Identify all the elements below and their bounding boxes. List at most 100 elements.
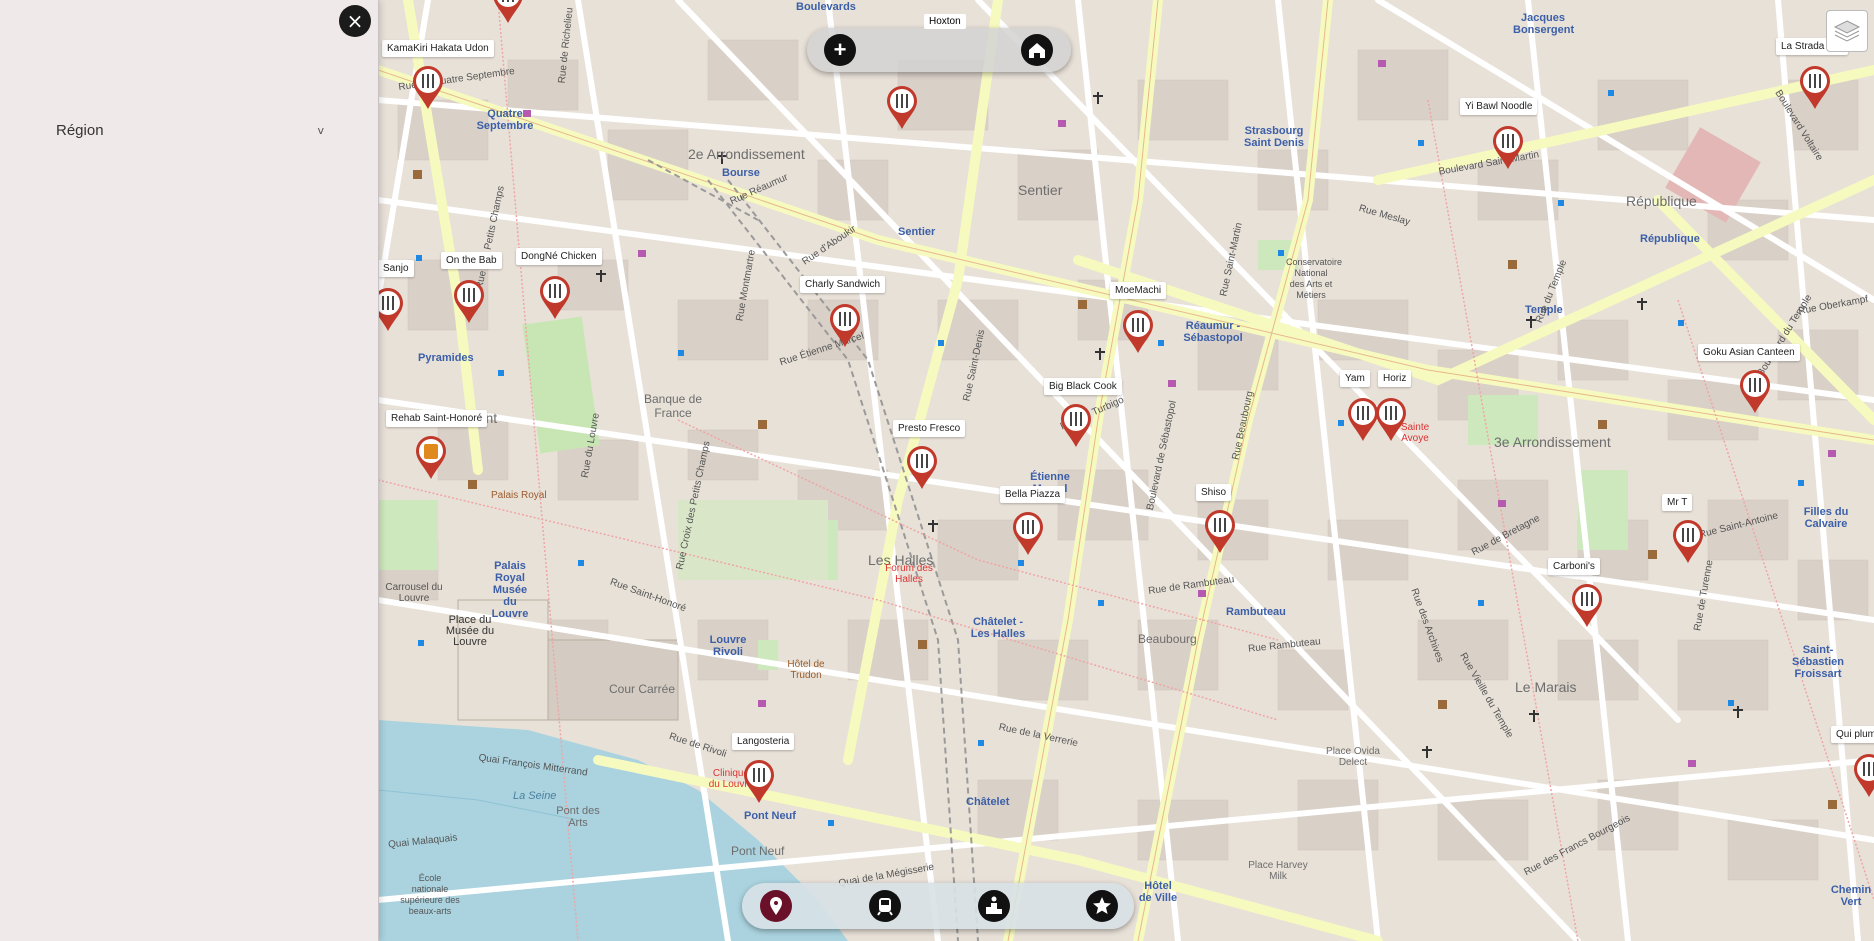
area-label-pont-des-arts: Pont des Arts bbox=[556, 805, 600, 829]
restaurant-marker[interactable] bbox=[1374, 396, 1408, 442]
restaurant-marker[interactable] bbox=[1738, 368, 1772, 414]
metro-boulevards: Boulevards bbox=[796, 1, 856, 13]
region-label: Région bbox=[56, 121, 104, 139]
fork-knife-icon bbox=[454, 280, 484, 323]
add-button[interactable]: + bbox=[824, 34, 856, 66]
restaurant-marker[interactable] bbox=[1121, 308, 1155, 354]
restaurant-label[interactable]: KamaKiri Hakata Udon bbox=[382, 40, 494, 57]
cup-icon bbox=[416, 436, 446, 479]
restaurant-label[interactable]: Charly Sandwich bbox=[800, 276, 886, 293]
metro-pont-neuf: Pont Neuf bbox=[744, 810, 796, 822]
tab-rankings[interactable] bbox=[978, 890, 1010, 922]
area-label-la-seine: La Seine bbox=[513, 790, 557, 802]
restaurant-label[interactable]: Qui plume bbox=[1831, 726, 1874, 743]
plus-icon: + bbox=[833, 37, 847, 62]
area-label-3e: 3e Arrondissement bbox=[1494, 434, 1611, 450]
restaurant-label[interactable]: MoeMachi bbox=[1110, 282, 1167, 299]
restaurant-marker[interactable] bbox=[1203, 508, 1237, 554]
location-pin-icon bbox=[770, 897, 782, 915]
restaurant-marker[interactable] bbox=[1570, 582, 1604, 628]
fork-knife-icon bbox=[1572, 584, 1602, 627]
restaurant-marker[interactable] bbox=[828, 302, 862, 348]
restaurant-label[interactable]: Sanjo bbox=[378, 260, 414, 277]
restaurant-label[interactable]: On the Bab bbox=[441, 252, 502, 269]
metro-bourse: Bourse bbox=[722, 167, 760, 179]
poi-hotel-trudon: Hôtel de Trudon bbox=[787, 659, 825, 681]
restaurant-marker[interactable] bbox=[378, 286, 405, 332]
area-label-banque: Banque de France bbox=[643, 392, 703, 420]
region-dropdown[interactable]: Région v bbox=[56, 118, 324, 142]
fork-knife-icon bbox=[1854, 754, 1874, 797]
fork-knife-icon bbox=[1493, 126, 1523, 169]
restaurant-marker[interactable] bbox=[1852, 752, 1874, 798]
restaurant-label[interactable]: Goku Asian Canteen bbox=[1698, 344, 1800, 361]
area-label-2e: 2e Arrondissement bbox=[688, 146, 805, 162]
restaurant-marker[interactable] bbox=[414, 434, 448, 480]
tab-transport[interactable] bbox=[869, 890, 901, 922]
restaurant-label[interactable]: Yi Bawl Noodle bbox=[1460, 98, 1538, 115]
metro-chemin-vert: Chemin Vert bbox=[1830, 884, 1872, 908]
close-sidebar-button[interactable]: × bbox=[339, 5, 371, 37]
fork-knife-icon bbox=[1013, 512, 1043, 555]
fork-knife-icon bbox=[493, 0, 523, 23]
metro-louvre-rivoli: Louvre Rivoli bbox=[709, 634, 747, 658]
restaurant-marker[interactable] bbox=[1059, 402, 1093, 448]
restaurant-label[interactable]: Big Black Cook bbox=[1044, 378, 1122, 395]
poi-palais-royal: Palais Royal bbox=[491, 490, 547, 501]
restaurant-label[interactable]: Rehab Saint-Honoré bbox=[386, 410, 488, 427]
restaurant-marker[interactable] bbox=[491, 0, 525, 24]
home-icon bbox=[1029, 43, 1045, 58]
fork-knife-icon bbox=[378, 288, 403, 331]
area-label-pont-neuf: Pont Neuf bbox=[731, 844, 785, 858]
metro-chatelet-halles: Châtelet - Les Halles bbox=[970, 616, 1026, 640]
tab-locations[interactable] bbox=[760, 890, 792, 922]
restaurant-marker[interactable] bbox=[1011, 510, 1045, 556]
metro-reaumur: Réaumur - Sébastopol bbox=[1183, 320, 1243, 344]
layers-icon bbox=[1833, 20, 1861, 42]
restaurant-marker[interactable] bbox=[905, 444, 939, 490]
restaurant-marker[interactable] bbox=[1491, 124, 1525, 170]
metro-bonsergent: Jacques Bonsergent bbox=[1513, 12, 1575, 36]
restaurant-marker[interactable] bbox=[742, 758, 776, 804]
layers-button[interactable] bbox=[1826, 10, 1868, 52]
fork-knife-icon bbox=[1061, 404, 1091, 447]
metro-quatre-septembre: Quatre Septembre bbox=[476, 108, 534, 132]
restaurant-label[interactable]: Shiso bbox=[1196, 484, 1232, 501]
poi-conservatoire: Conservatoire National des Arts et Métie… bbox=[1286, 257, 1343, 300]
fork-knife-icon bbox=[413, 66, 443, 109]
fork-knife-icon bbox=[1123, 310, 1153, 353]
area-label-place-ovida: Place Ovida Delect bbox=[1326, 746, 1380, 768]
bottom-toolbar bbox=[742, 883, 1134, 929]
restaurant-label[interactable]: Carboni's bbox=[1548, 558, 1600, 575]
sidebar-panel: Région v bbox=[0, 0, 379, 941]
restaurant-label[interactable]: Langosteria bbox=[732, 733, 795, 750]
map-base-layer bbox=[378, 0, 1874, 941]
restaurant-marker[interactable] bbox=[452, 278, 486, 324]
area-label-cour-carree: Cour Carrée bbox=[609, 682, 676, 696]
metro-strasbourg: Strasbourg Saint Denis bbox=[1244, 125, 1304, 149]
home-button[interactable] bbox=[1021, 34, 1053, 66]
restaurant-marker[interactable] bbox=[885, 84, 919, 130]
restaurant-marker[interactable] bbox=[538, 274, 572, 320]
top-toolbar: + bbox=[807, 28, 1071, 72]
restaurant-label[interactable]: Mr T bbox=[1662, 494, 1693, 511]
chevron-down-icon: v bbox=[317, 123, 324, 137]
restaurant-marker[interactable] bbox=[1671, 518, 1705, 564]
restaurant-label[interactable]: Yam bbox=[1340, 370, 1370, 387]
restaurant-marker[interactable] bbox=[1798, 64, 1832, 110]
tab-favorites[interactable] bbox=[1086, 890, 1118, 922]
metro-sentier: Sentier bbox=[898, 226, 936, 238]
restaurant-label[interactable]: Presto Fresco bbox=[893, 420, 966, 437]
restaurant-label[interactable]: DongNé Chicken bbox=[516, 248, 602, 265]
poi-carrousel: Carrousel du Louvre bbox=[385, 582, 443, 604]
restaurant-marker[interactable] bbox=[411, 64, 445, 110]
area-label-le-marais: Le Marais bbox=[1515, 679, 1577, 695]
restaurant-label[interactable]: Horiz bbox=[1378, 370, 1412, 387]
restaurant-label[interactable]: Bella Piazza bbox=[1000, 486, 1066, 503]
fork-knife-icon bbox=[907, 446, 937, 489]
area-label-republique: République bbox=[1626, 193, 1697, 209]
metro-hotel-de-ville: Hôtel de Ville bbox=[1138, 880, 1178, 904]
hoxton-label[interactable]: Hoxton bbox=[924, 14, 966, 29]
metro-filles-calvaire: Filles du Calvaire bbox=[1803, 506, 1849, 530]
map-canvas[interactable]: 2e Arrondissement 3e Arrondissement Sent… bbox=[378, 0, 1874, 941]
